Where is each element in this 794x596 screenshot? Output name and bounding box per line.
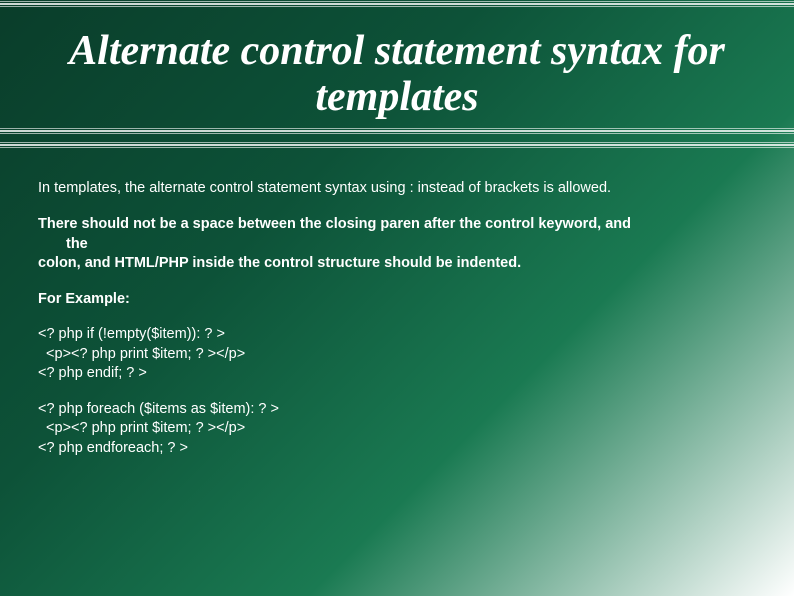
- code-line: <? php if (!empty($item)): ? >: [38, 325, 756, 345]
- paragraph-bold: There should not be a space between the …: [38, 215, 756, 274]
- body-text: In templates, the alternate control stat…: [38, 180, 611, 196]
- rule-line: [0, 133, 794, 134]
- mid-rule-group-2: [0, 142, 794, 148]
- rule-line: [0, 1, 794, 2]
- body-text: There should not be a space between the …: [38, 215, 756, 235]
- body-text: the: [38, 235, 756, 255]
- code-line: <? php foreach ($items as $item): ? >: [38, 400, 756, 420]
- code-line: <p><? php print $item; ? ></p>: [38, 419, 756, 439]
- rule-line: [0, 3, 794, 5]
- code-line: <p><? php print $item; ? ></p>: [38, 345, 756, 365]
- mid-rule-group-1: [0, 128, 794, 134]
- code-block: <? php foreach ($items as $item): ? > <p…: [38, 400, 756, 459]
- rule-line: [0, 128, 794, 129]
- code-line: <? php endforeach; ? >: [38, 439, 756, 459]
- rule-line: [0, 147, 794, 148]
- rule-line: [0, 144, 794, 146]
- code-block: <? php if (!empty($item)): ? > <p><? php…: [38, 325, 756, 384]
- content-area: In templates, the alternate control stat…: [0, 149, 794, 458]
- slide: Alternate control statement syntax for t…: [0, 1, 794, 596]
- slide-title: Alternate control statement syntax for t…: [0, 28, 794, 120]
- paragraph: In templates, the alternate control stat…: [38, 179, 756, 199]
- code-line: <? php endif; ? >: [38, 364, 756, 384]
- rule-line: [0, 142, 794, 143]
- top-rule-group: [0, 1, 794, 7]
- rule-line: [0, 6, 794, 7]
- title-block: Alternate control statement syntax for t…: [0, 8, 794, 122]
- example-label: For Example:: [38, 290, 756, 310]
- rule-line: [0, 130, 794, 132]
- body-text: colon, and HTML/PHP inside the control s…: [38, 254, 756, 274]
